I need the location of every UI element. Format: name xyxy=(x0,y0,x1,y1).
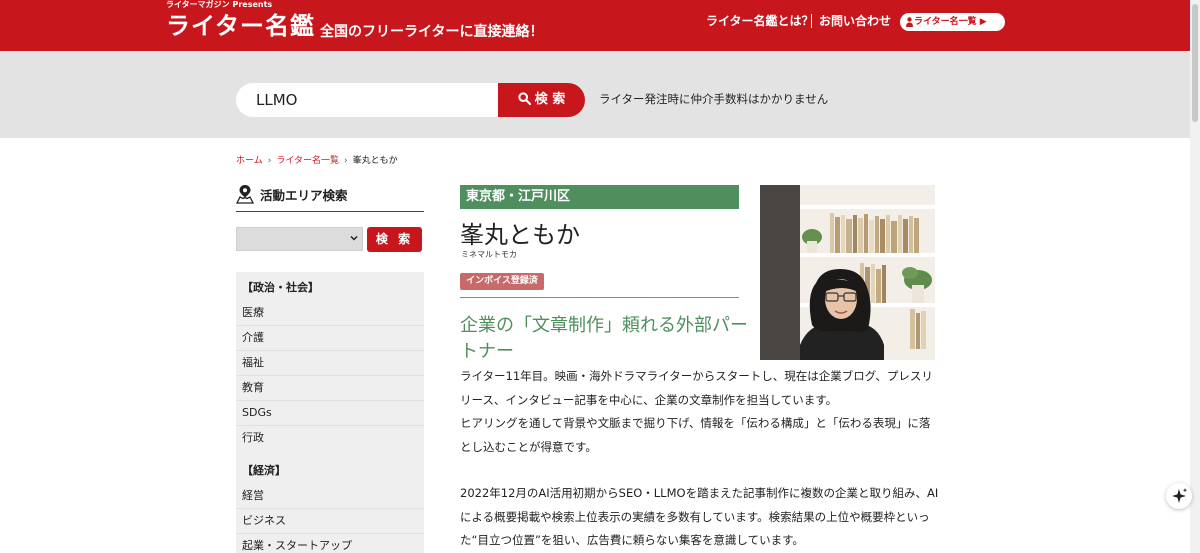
site-logo[interactable]: ライター名鑑 xyxy=(166,11,315,41)
area-search-heading: 活動エリア検索 xyxy=(236,184,424,212)
area-search-title: 活動エリア検索 xyxy=(260,188,348,203)
site-tagline: 全国のフリーライターに直接連絡！ xyxy=(320,24,544,40)
bio-paragraph: ライター11年目。映画・海外ドラマライターからスタートし、現在は企業ブログ、プレ… xyxy=(460,369,933,407)
activity-area-badge: 東京都・江戸川区 xyxy=(460,185,739,209)
writer-name: 峯丸ともか xyxy=(460,221,580,249)
writer-list-button[interactable]: ライター名一覧 ▶ xyxy=(900,13,1005,31)
search-button[interactable]: 検 索 xyxy=(498,83,585,117)
category-item[interactable]: 介護 xyxy=(236,326,424,351)
writer-portrait-icon xyxy=(760,185,935,360)
category-heading: 【政治・社会】 xyxy=(242,281,319,294)
writer-photo xyxy=(760,185,935,360)
bio-paragraph: 2022年12月のAI活用初期からSEO・LLMOを踏まえた記事制作に複数の企業… xyxy=(460,486,939,547)
category-item[interactable]: 起業・スタートアップ xyxy=(236,534,424,553)
category-heading: 【経済】 xyxy=(242,464,286,477)
breadcrumb-home[interactable]: ホーム xyxy=(236,156,263,166)
category-item[interactable]: 福祉 xyxy=(236,351,424,376)
assistant-button[interactable] xyxy=(1166,483,1192,509)
chevron-down-icon xyxy=(350,235,358,241)
site-header: ライターマガジン Presents ライター名鑑 全国のフリーライターに直接連絡… xyxy=(0,0,1190,51)
search-band: 検 索 ライター発注時に仲介手数料はかかりません xyxy=(0,51,1190,138)
area-search-button[interactable]: 検 索 xyxy=(367,227,422,252)
catchcopy-heading: 企業の「文章制作」頼れる外部パートナー xyxy=(460,315,748,362)
writer-list-label: ライター名一覧 ▶ xyxy=(914,17,987,27)
writer-kana: ミネマルトモカ xyxy=(461,250,517,259)
nav-contact-link[interactable]: お問い合わせ xyxy=(819,13,891,29)
invoice-badge: インボイス登録済 xyxy=(460,273,544,290)
category-item[interactable]: 医療 xyxy=(236,301,424,326)
category-item[interactable]: ビジネス xyxy=(236,509,424,534)
writer-bio: ライター11年目。映画・海外ドラマライターからスタートし、現在は企業ブログ、プレ… xyxy=(460,365,940,553)
bio-spacer xyxy=(460,459,940,482)
breadcrumb-current: 峯丸ともか xyxy=(352,156,398,166)
category-item[interactable]: 行政 xyxy=(236,426,424,451)
breadcrumb: ホーム › ライター名一覧 › 峯丸ともか xyxy=(236,155,398,167)
bio-paragraph: ヒアリングを通して背景や文脈まで掘り下げ、情報を「伝わる構成」と「伝わる表現」に… xyxy=(460,416,931,454)
breadcrumb-list[interactable]: ライター名一覧 xyxy=(276,156,339,166)
category-item[interactable]: 経営 xyxy=(236,484,424,509)
area-select[interactable] xyxy=(236,227,363,251)
category-item[interactable]: 教育 xyxy=(236,376,424,401)
nav-divider xyxy=(811,14,812,28)
logo-presents: ライターマガジン Presents xyxy=(166,0,273,9)
search-input[interactable] xyxy=(236,83,500,117)
profile-divider xyxy=(460,297,739,298)
scrollbar-thumb[interactable] xyxy=(1192,4,1198,122)
category-item[interactable]: SDGs xyxy=(236,401,424,426)
sparkle-icon xyxy=(1172,488,1188,503)
fee-note: ライター発注時に仲介手数料はかかりません xyxy=(599,92,829,106)
category-panel: 【政治・社会】 医療 介護 福祉 教育 SDGs 行政 【経済】 経営 ビジネス… xyxy=(236,272,424,553)
breadcrumb-chevron-icon: › xyxy=(343,156,348,166)
search-button-label: 検 索 xyxy=(534,92,566,107)
person-icon xyxy=(906,17,913,27)
search-icon xyxy=(518,91,531,105)
breadcrumb-chevron-icon: › xyxy=(267,156,272,166)
map-pin-icon xyxy=(236,185,254,204)
nav-about-link[interactable]: ライター名鑑とは？ xyxy=(706,13,814,29)
